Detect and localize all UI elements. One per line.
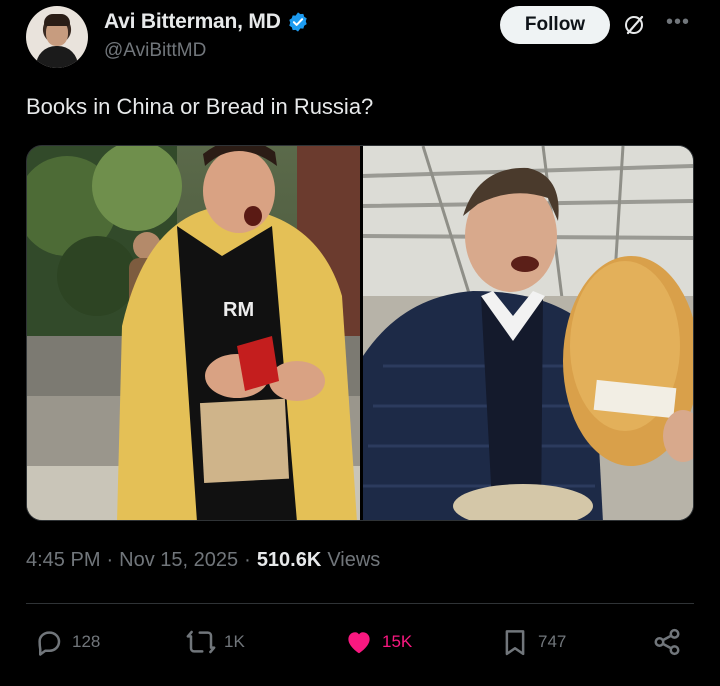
share-icon [654,628,680,656]
bookmark-icon [505,630,525,656]
reply-button[interactable]: 128 [34,622,100,662]
tweet-text: Books in China or Bread in Russia? [26,94,374,119]
like-button[interactable]: 15K [344,622,412,662]
bookmark-button[interactable]: 747 [500,622,566,662]
post-time[interactable]: 4:45 PM [26,549,100,572]
like-count: 15K [382,632,413,651]
share-button[interactable] [652,622,682,662]
post-date[interactable]: Nov 15, 2025 [119,549,238,572]
tweet-header: Avi Bitterman, MD @AviBittMD Follow ••• [26,6,694,68]
reply-count: 128 [72,632,101,651]
views-label: Views [327,549,381,571]
like-icon [348,632,370,654]
bookmark-count: 747 [538,632,567,651]
verified-badge-icon [288,12,307,32]
media-photo-left[interactable]: RM [27,146,360,520]
author-display-name[interactable]: Avi Bitterman, MD [104,10,281,34]
repost-count: 1K [224,632,245,651]
author-handle[interactable]: @AviBittMD [104,40,206,62]
follow-button[interactable]: Follow [500,6,610,44]
divider [26,603,694,604]
svg-text:RM: RM [223,299,254,321]
more-icon[interactable]: ••• [666,12,690,32]
meta-separator: · [244,549,251,571]
action-bar: 128 1K 15K 747 [26,622,694,662]
reply-icon [38,631,61,656]
repost-button[interactable]: 1K [186,622,245,662]
tweet-meta: 4:45 PM · Nov 15, 2025 · 510.6K Views [26,549,380,572]
tweet-media[interactable]: RM [26,145,694,521]
views-count: 510.6K [256,549,322,571]
media-photo-right[interactable] [363,146,693,520]
grok-icon[interactable] [622,13,646,37]
avatar[interactable] [26,6,88,68]
author-name-row[interactable]: Avi Bitterman, MD [104,10,309,34]
meta-separator: · [106,549,114,571]
repost-icon [186,630,216,654]
